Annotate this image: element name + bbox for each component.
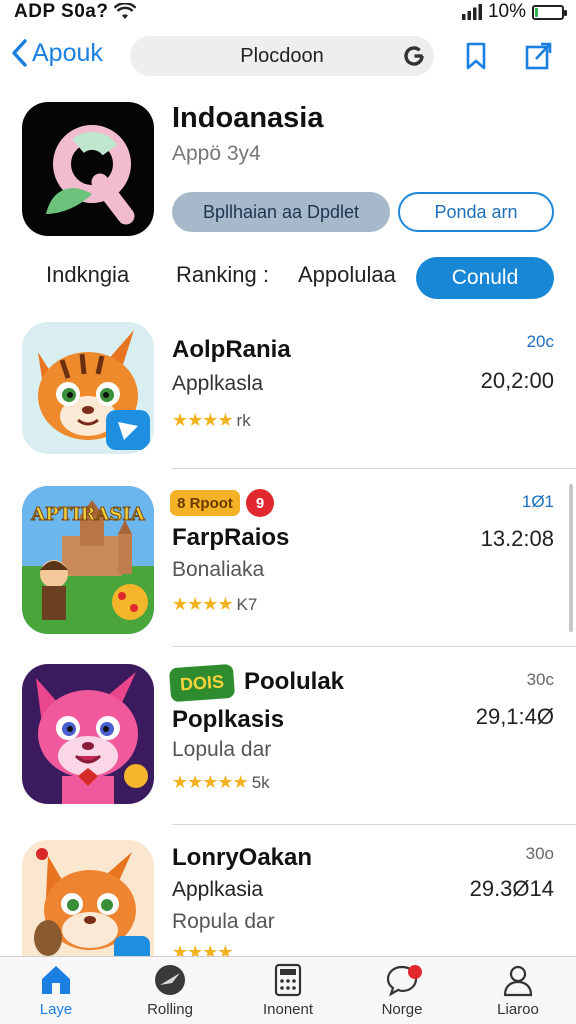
tab-indkngia[interactable]: Indkngia <box>46 262 129 288</box>
stars-icon: ★★★★★ <box>172 772 249 792</box>
scrollbar[interactable] <box>569 484 573 632</box>
list-item[interactable]: LonryOakan Applkasia Ropula dar ★★★★ 30o… <box>0 840 576 956</box>
tabbar-item-home[interactable]: Laye <box>6 963 106 1023</box>
home-icon <box>42 966 70 994</box>
signal-icon <box>461 4 482 20</box>
tabbar-label: Laye <box>39 1001 73 1018</box>
app-title: LonryOakan <box>172 844 313 871</box>
app-title: FarpRaios <box>172 524 290 551</box>
star-rating: ★★★★ <box>172 942 237 956</box>
rank-label: 30o <box>525 844 554 863</box>
secondary-action-button[interactable]: Ponda arn <box>398 192 554 232</box>
rank-badge: 8 Rpoot <box>170 490 240 516</box>
stars-icon: ★★★★ <box>172 942 234 956</box>
abstract-logo-icon <box>46 125 135 225</box>
tabbar-label: Inonent <box>262 1001 314 1018</box>
app-subtitle: Bonaliaka <box>172 558 265 581</box>
app-number: 20,2:00 <box>480 368 554 393</box>
list-item[interactable]: AolpRania Applkasla ★★★★ rk 20c 20,2:00 <box>0 322 576 472</box>
app-number: 29.3Ø14 <box>469 876 554 901</box>
rating-count: K7 <box>236 594 258 614</box>
divider <box>172 468 576 469</box>
list-item[interactable]: DOIS Poolulak Poplkasis Lopula dar ★★★★★… <box>0 663 576 825</box>
compass-icon <box>155 965 185 995</box>
bookmark-icon[interactable] <box>460 40 492 72</box>
filter-tabs: Indkngia Ranking : Appolulaa Conuld <box>0 256 576 300</box>
primary-action-button[interactable]: Bpllhaian aa Dpdlet <box>172 192 390 232</box>
back-label: Apouk <box>32 38 103 67</box>
featured-app-subtitle: Appö 3y4 <box>172 142 261 165</box>
icon-title-text: APTIRASIA <box>31 504 146 526</box>
star-rating: ★★★★ rk <box>172 410 251 431</box>
divider <box>172 646 576 647</box>
tabbar-item-rolling[interactable]: Rolling <box>120 963 220 1023</box>
carrier-label: ADP S0a? <box>14 1 109 22</box>
tab-ranking[interactable]: Ranking : <box>176 262 269 288</box>
fox-icon <box>22 840 154 956</box>
share-icon[interactable] <box>522 40 554 72</box>
app-subtitle: Lopula dar <box>172 738 272 761</box>
tabbar-label: Rolling <box>147 1001 193 1018</box>
tabbar-item-norge[interactable]: Norge <box>352 963 452 1023</box>
person-icon <box>503 965 533 997</box>
star-rating: ★★★★ K7 <box>172 594 257 615</box>
notification-badge: 9 <box>246 489 274 517</box>
stars-icon: ★★★★ <box>172 410 234 430</box>
tabbar-item-liaroo[interactable]: Liaroo <box>468 963 568 1023</box>
battery-icon <box>532 4 567 20</box>
app-title-inline: Poolulak <box>244 668 345 695</box>
tabbar-item-inonent[interactable]: Inonent <box>238 963 338 1023</box>
nav-bar: Apouk Plocdoon <box>0 30 576 86</box>
app-title: AolpRania <box>172 336 291 363</box>
search-field[interactable]: Plocdoon <box>130 36 434 76</box>
app-subtitle: Applkasia <box>172 878 264 901</box>
app-title: Poplkasis <box>172 706 285 733</box>
app-number: 29,1:4Ø <box>475 704 554 729</box>
bottom-tab-bar: Laye Rolling Inonent Norge Liaroo <box>0 956 576 1024</box>
notification-dot <box>408 965 422 979</box>
rank-label: 20c <box>526 332 554 351</box>
rank-label: 1Ø1 <box>521 492 554 511</box>
divider <box>172 824 576 825</box>
app-subtitle-secondary: Ropula dar <box>172 910 275 933</box>
game-logo-badge: DOIS <box>168 663 236 703</box>
chevron-left-icon <box>12 39 27 67</box>
featured-app-icon[interactable] <box>22 102 154 236</box>
battery-level <box>535 7 538 17</box>
search-text: Plocdoon <box>240 44 324 67</box>
calculator-icon <box>274 963 302 997</box>
pink-cat-icon <box>22 664 154 804</box>
cathedral-game-icon: APTIRASIA <box>22 486 154 634</box>
tab-appolulaa[interactable]: Appolulaa <box>298 262 396 288</box>
app-subtitle: Applkasla <box>172 372 264 395</box>
featured-app: Indoanasia Appö 3y4 Bpllhaian aa Dpdlet … <box>22 100 562 240</box>
tabbar-label: Liaroo <box>497 1001 539 1018</box>
tab-conuld[interactable]: Conuld <box>416 257 554 299</box>
stars-icon: ★★★★ <box>172 594 234 614</box>
google-g-icon[interactable] <box>402 44 426 68</box>
rating-count: rk <box>236 410 251 430</box>
back-button[interactable]: Apouk <box>10 38 103 68</box>
star-rating: ★★★★★ 5k <box>172 772 270 793</box>
status-bar: ADP S0a? 10% <box>0 0 576 24</box>
rank-label: 30c <box>526 670 554 689</box>
app-number: 13.2:08 <box>480 526 554 551</box>
featured-app-title: Indoanasia <box>172 102 324 134</box>
wifi-icon <box>114 3 137 19</box>
tabbar-label: Norge <box>381 1001 423 1018</box>
rating-count: 5k <box>251 772 270 792</box>
battery-percent: 10% <box>487 1 526 22</box>
orange-cat-icon <box>22 322 154 454</box>
list-item[interactable]: APTIRASIA 8 Rpoot 9 FarpRaios Bonaliaka … <box>0 486 576 647</box>
